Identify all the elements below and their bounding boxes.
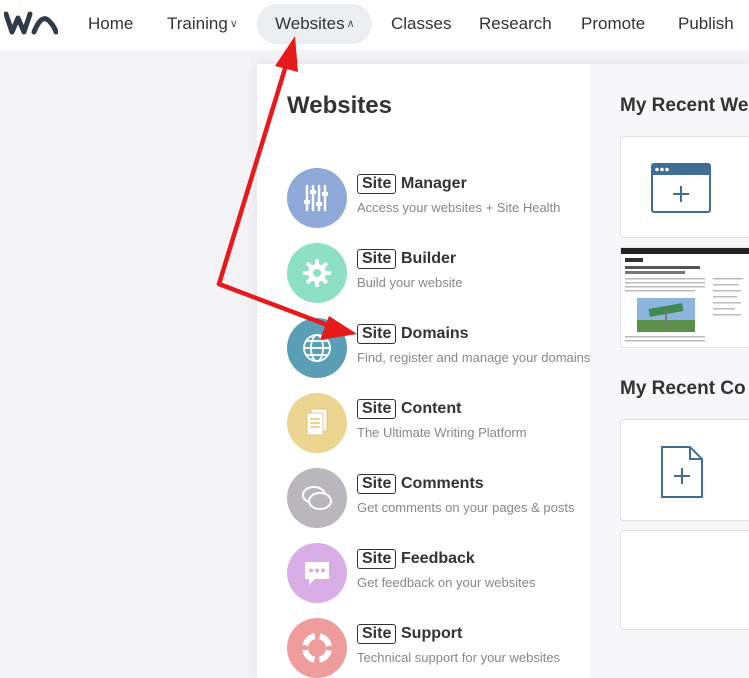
menu-item-description: Get feedback on your websites bbox=[357, 575, 536, 590]
nav-training[interactable]: Training ∨ bbox=[167, 0, 238, 48]
site-tag: Site bbox=[357, 324, 397, 344]
menu-item-name: Builder bbox=[401, 250, 457, 267]
browser-plus-icon bbox=[651, 163, 711, 213]
site-tag: Site bbox=[357, 249, 397, 269]
site-tag: Site bbox=[357, 474, 397, 494]
menu-item-description: The Ultimate Writing Platform bbox=[357, 425, 527, 440]
menu-item-description: Get comments on your pages & posts bbox=[357, 500, 575, 515]
menu-item-description: Technical support for your websites bbox=[357, 650, 561, 665]
menu-item-site-feedback[interactable]: Site Feedback Get feedback on your websi… bbox=[287, 543, 587, 603]
menu-item-name: Manager bbox=[401, 175, 467, 192]
nav-classes[interactable]: Classes bbox=[391, 0, 451, 48]
menu-item-name: Comments bbox=[401, 475, 484, 492]
chevron-down-icon: ∨ bbox=[229, 18, 238, 30]
lifebuoy-icon bbox=[287, 618, 347, 678]
nav-websites[interactable]: Websites ∧ bbox=[275, 0, 355, 48]
nav-promote[interactable]: Promote bbox=[581, 0, 645, 48]
menu-item-name: Content bbox=[401, 400, 462, 417]
recent-content-title: My Recent Co bbox=[620, 378, 746, 399]
menu-item-site-content[interactable]: Site Content The Ultimate Writing Platfo… bbox=[287, 393, 587, 453]
site-tag: Site bbox=[357, 624, 397, 644]
website-preview-image bbox=[621, 248, 749, 342]
menu-item-description: Build your website bbox=[357, 275, 463, 290]
new-content-card[interactable] bbox=[620, 419, 749, 521]
nav-publish[interactable]: Publish bbox=[678, 0, 734, 48]
sliders-icon bbox=[287, 168, 347, 228]
document-plus-icon bbox=[661, 446, 703, 498]
menu-item-site-support[interactable]: Site Support Technical support for your … bbox=[287, 618, 587, 678]
recent-websites-title: My Recent We bbox=[620, 95, 749, 116]
wealthy-affiliate-logo[interactable] bbox=[4, 10, 58, 38]
menu-item-site-comments[interactable]: Site Comments Get comments on your pages… bbox=[287, 468, 587, 528]
menu-item-name: Support bbox=[401, 625, 463, 642]
chat-bubbles-icon bbox=[287, 468, 347, 528]
nav-research[interactable]: Research bbox=[479, 0, 552, 48]
site-tag: Site bbox=[357, 174, 397, 194]
chevron-up-icon: ∧ bbox=[346, 18, 355, 30]
menu-item-site-builder[interactable]: Site Builder Build your website bbox=[287, 243, 587, 303]
site-tag: Site bbox=[357, 549, 397, 569]
recent-website-thumbnail[interactable] bbox=[620, 247, 749, 348]
menu-item-site-manager[interactable]: Site Manager Access your websites + Site… bbox=[287, 168, 587, 228]
globe-icon bbox=[287, 318, 347, 378]
document-icon bbox=[287, 393, 347, 453]
site-tag: Site bbox=[357, 399, 397, 419]
nav-home[interactable]: Home bbox=[88, 0, 133, 48]
top-navigation-bar: Home Training ∨ Websites ∧ Classes Researc… bbox=[0, 0, 749, 50]
panel-title: Websites bbox=[287, 92, 392, 119]
gear-icon bbox=[287, 243, 347, 303]
feedback-bubble-icon bbox=[287, 543, 347, 603]
menu-item-name: Feedback bbox=[401, 550, 475, 567]
new-website-card[interactable] bbox=[620, 136, 749, 238]
menu-item-description: Find, register and manage your domains bbox=[357, 350, 591, 365]
menu-item-description: Access your websites + Site Health bbox=[357, 200, 561, 215]
menu-item-name: Domains bbox=[401, 325, 469, 342]
recent-content-card[interactable] bbox=[620, 530, 749, 630]
menu-item-site-domains[interactable]: Site Domains Find, register and manage y… bbox=[287, 318, 591, 378]
